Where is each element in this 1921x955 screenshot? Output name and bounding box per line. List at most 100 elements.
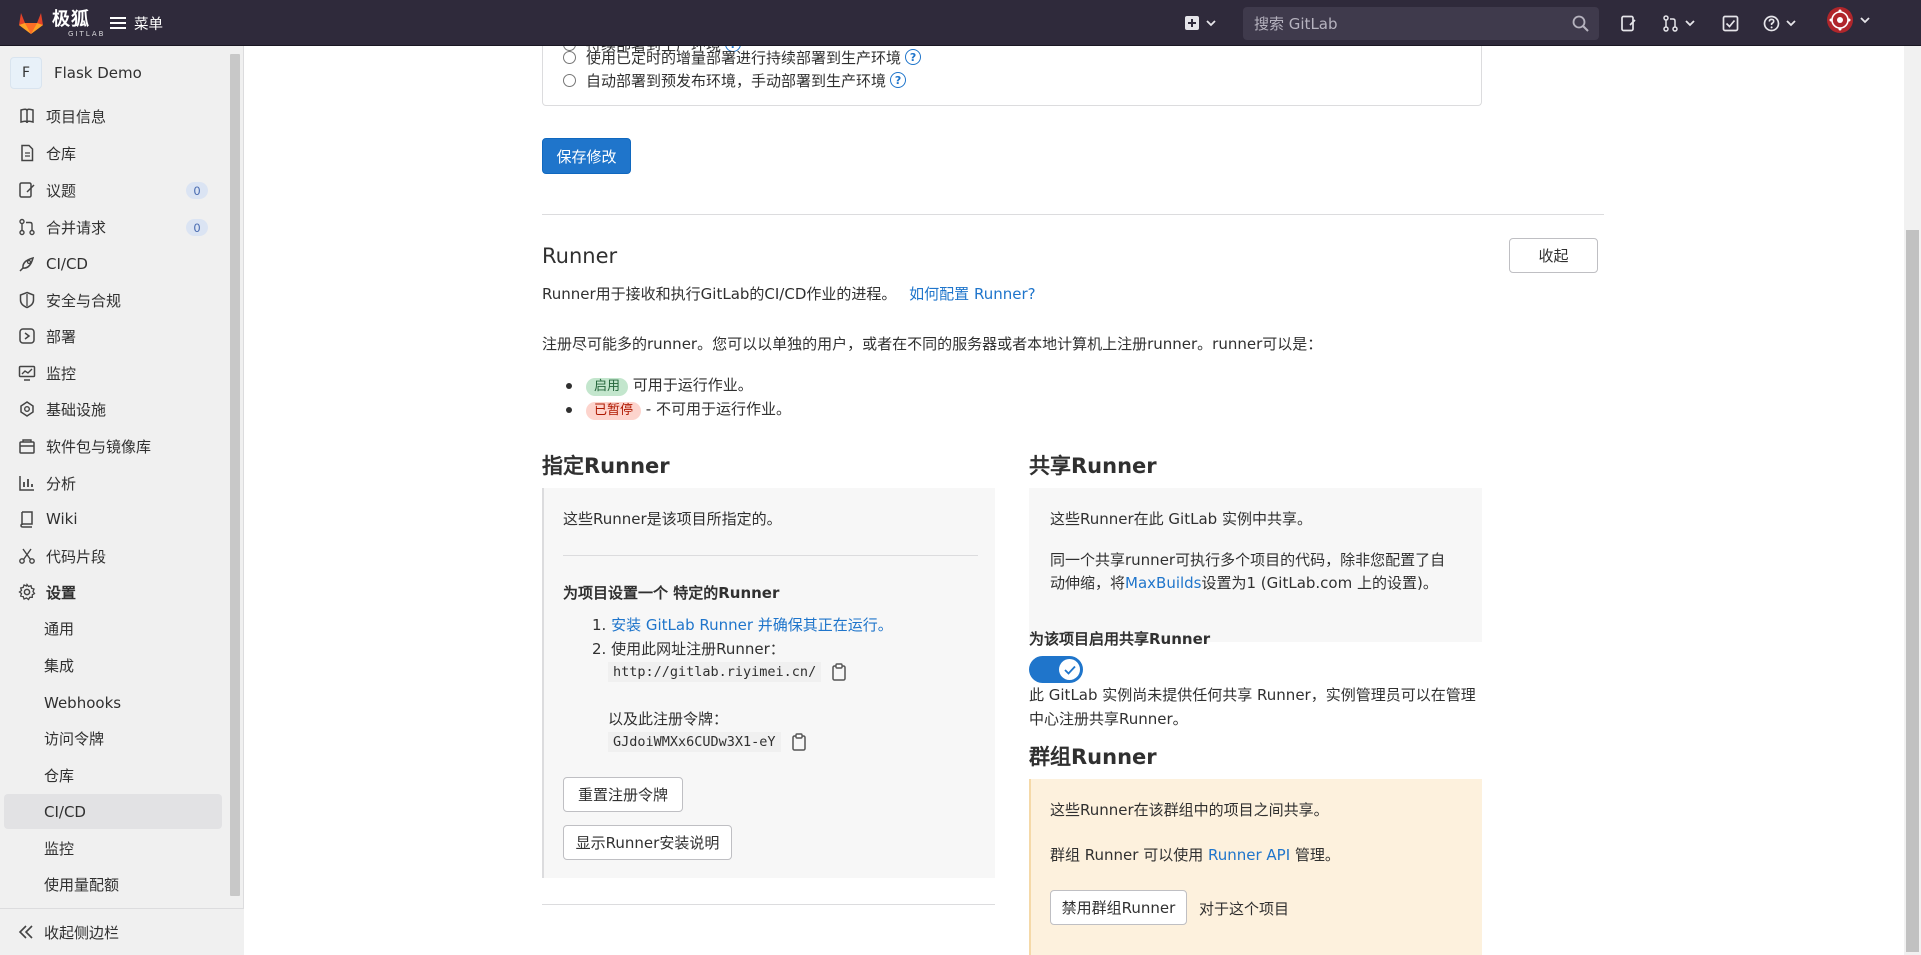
merge-requests-dropdown[interactable] bbox=[1662, 12, 1695, 34]
shared-runner-notice-line1: 此 GitLab 实例尚未提供任何共享 Runner，实例管理员可以在管理 bbox=[1029, 686, 1476, 704]
sidebar-item-label: CI/CD bbox=[46, 255, 88, 273]
sidebar-subitem-usage-quotas[interactable]: 使用量配额 bbox=[4, 867, 222, 902]
copy-clipboard-icon[interactable] bbox=[831, 663, 847, 681]
step-number: 1. bbox=[592, 616, 607, 634]
cloud-gear-icon bbox=[20, 401, 34, 417]
step-2-text: 使用此网址注册Runner： bbox=[611, 640, 785, 658]
sidebar-item-settings[interactable]: 设置 bbox=[4, 575, 222, 609]
sidebar-item-packages[interactable]: 软件包与镜像库 bbox=[4, 429, 222, 463]
specific-runner-setup-title: 为项目设置一个 特定的Runner bbox=[563, 584, 780, 602]
sidebar-item-label: 监控 bbox=[46, 364, 77, 383]
bullet bbox=[566, 383, 572, 389]
copy-clipboard-icon[interactable] bbox=[791, 733, 807, 751]
sidebar-subitem-integrations[interactable]: 集成 bbox=[4, 648, 222, 683]
enable-shared-runner-label: 为该项目启用共享Runner bbox=[1029, 630, 1211, 648]
register-token-row: GJdoiWMXx6CUDw3X1-eY bbox=[608, 732, 807, 752]
register-url-row: http://gitlab.riyimei.cn/ bbox=[608, 662, 847, 682]
help-dropdown[interactable] bbox=[1763, 12, 1796, 34]
register-runner-text: 注册尽可能多的runner。您可以以单独的用户，或者在不同的服务器或者本地计算机… bbox=[542, 335, 1323, 353]
radio-button[interactable] bbox=[563, 50, 576, 64]
sidebar-item-deployments[interactable]: 部署 bbox=[4, 319, 222, 353]
group-runner-panel: 这些Runner在该群组中的项目之间共享。 群组 Runner 可以使用 Run… bbox=[1029, 779, 1482, 955]
shared-runner-toggle[interactable] bbox=[1029, 656, 1083, 683]
deploy-option-timed[interactable]: 使用已定时的增量部署进行持续部署到生产环境 ? bbox=[563, 47, 922, 67]
main-content: 持续部署到生产环境 ? 使用已定时的增量部署进行持续部署到生产环境 ? 自动部署… bbox=[244, 46, 1904, 955]
question-circle-icon bbox=[1763, 15, 1780, 31]
sidebar-subitem-access-tokens[interactable]: 访问令牌 bbox=[4, 721, 222, 756]
help-icon[interactable]: ? bbox=[890, 72, 907, 88]
issues-icon bbox=[19, 182, 35, 198]
step-number: 2. bbox=[592, 640, 607, 658]
new-dropdown[interactable] bbox=[1184, 12, 1216, 34]
sidebar-scrollbar[interactable] bbox=[230, 54, 240, 896]
sidebar-item-security[interactable]: 安全与合规 bbox=[4, 283, 222, 317]
sidebar-item-cicd[interactable]: CI/CD bbox=[4, 247, 222, 281]
sidebar-item-issues[interactable]: 议题 0 bbox=[4, 173, 222, 207]
hamburger-icon bbox=[110, 17, 126, 29]
specific-runner-intro: 这些Runner是该项目所指定的。 bbox=[563, 510, 782, 528]
status-paused-text: - 不可用于运行作业。 bbox=[645, 400, 791, 418]
collapse-sidebar-button[interactable]: 收起侧边栏 bbox=[0, 908, 244, 955]
collapse-runner-button[interactable]: 收起 bbox=[1509, 238, 1598, 273]
runner-description-text: Runner用于接收和执行GitLab的CI/CD作业的进程。 bbox=[542, 285, 897, 303]
sidebar-item-label: 设置 bbox=[46, 583, 77, 602]
sidebar-item-analytics[interactable]: 分析 bbox=[4, 466, 222, 500]
sidebar-project[interactable]: F Flask Demo bbox=[10, 56, 142, 90]
sidebar-item-snippets[interactable]: 代码片段 bbox=[4, 539, 222, 573]
bullet bbox=[566, 407, 572, 413]
token-label: 以及此注册令牌： bbox=[608, 710, 729, 728]
sidebar-item-project-info[interactable]: 项目信息 bbox=[4, 99, 222, 133]
collapse-sidebar-label: 收起侧边栏 bbox=[44, 923, 120, 942]
gitlab-logo-icon[interactable] bbox=[18, 11, 44, 35]
sidebar-item-monitor[interactable]: 监控 bbox=[4, 356, 222, 390]
status-active-badge: 启用 bbox=[586, 378, 629, 396]
user-menu-dropdown[interactable] bbox=[1826, 7, 1870, 33]
specific-runner-title: 指定Runner bbox=[542, 454, 670, 478]
chevron-down-icon bbox=[1206, 20, 1216, 27]
group-runner-api-row: 群组 Runner 可以使用 Runner API 管理。 bbox=[1050, 844, 1340, 865]
shield-icon bbox=[19, 291, 35, 309]
deploy-option-staging[interactable]: 自动部署到预发布环境，手动部署到生产环境 ? bbox=[563, 70, 907, 90]
brand-name[interactable]: 极狐 GITLAB bbox=[52, 10, 105, 39]
divider bbox=[563, 555, 978, 556]
help-icon[interactable]: ? bbox=[905, 49, 922, 65]
sidebar-item-label: 分析 bbox=[46, 474, 77, 493]
runner-api-link[interactable]: Runner API bbox=[1208, 846, 1290, 864]
sidebar-subitem-webhooks[interactable]: Webhooks bbox=[4, 685, 222, 720]
issues-shortcut[interactable] bbox=[1620, 12, 1637, 34]
shared-desc-text-b: 设置为1 (GitLab.com 上的设置)。 bbox=[1201, 574, 1438, 592]
sidebar-item-repository[interactable]: 仓库 bbox=[4, 136, 222, 170]
runner-section-title: Runner bbox=[542, 244, 618, 268]
setup-step-2: 2. 使用此网址注册Runner： bbox=[592, 638, 785, 659]
reset-token-button[interactable]: 重置注册令牌 bbox=[563, 777, 683, 812]
sidebar-item-wiki[interactable]: Wiki bbox=[4, 502, 222, 536]
sidebar-subitem-monitor[interactable]: 监控 bbox=[4, 831, 222, 866]
toggle-knob bbox=[1059, 659, 1080, 680]
sidebar-item-label: 合并请求 bbox=[46, 218, 107, 237]
sidebar-item-infrastructure[interactable]: 基础设施 bbox=[4, 392, 222, 426]
search-input[interactable]: 搜索 GitLab bbox=[1243, 7, 1599, 40]
sidebar-item-merge-requests[interactable]: 合并请求 0 bbox=[4, 210, 222, 244]
save-changes-button[interactable]: 保存修改 bbox=[542, 138, 631, 174]
install-runner-link[interactable]: 安装 GitLab Runner 并确保其正在运行。 bbox=[611, 616, 893, 634]
todos-shortcut[interactable] bbox=[1722, 12, 1739, 34]
merge-request-icon bbox=[19, 218, 35, 236]
menu-button[interactable]: 菜单 bbox=[110, 11, 163, 35]
sidebar-item-label: 代码片段 bbox=[46, 547, 107, 566]
sidebar-subitem-general[interactable]: 通用 bbox=[4, 611, 222, 646]
maxbuilds-link[interactable]: MaxBuilds bbox=[1125, 574, 1201, 592]
shared-runner-panel: 这些Runner在此 GitLab 实例中共享。 同一个共享runner可执行多… bbox=[1029, 488, 1482, 642]
radio-button[interactable] bbox=[563, 73, 576, 87]
group-runner-intro: 这些Runner在该群组中的项目之间共享。 bbox=[1050, 801, 1329, 819]
specific-runner-panel: 这些Runner是该项目所指定的。 为项目设置一个 特定的Runner 1. 安… bbox=[542, 488, 995, 878]
show-install-instructions-button[interactable]: 显示Runner安装说明 bbox=[563, 825, 732, 860]
runner-help-link[interactable]: 如何配置 Runner? bbox=[909, 285, 1035, 303]
sidebar-subitem-repository[interactable]: 仓库 bbox=[4, 758, 222, 793]
sidebar-item-label: 安全与合规 bbox=[46, 291, 122, 310]
deploy-strategy-box: 持续部署到生产环境 ? 使用已定时的增量部署进行持续部署到生产环境 ? 自动部署… bbox=[542, 46, 1482, 106]
disable-group-runner-button[interactable]: 禁用群组Runner bbox=[1050, 890, 1187, 925]
sidebar-subitem-cicd[interactable]: CI/CD bbox=[4, 794, 222, 829]
register-token: GJdoiWMXx6CUDw3X1-eY bbox=[608, 732, 781, 752]
page-scrollbar-thumb[interactable] bbox=[1906, 230, 1919, 952]
status-active-text: 可用于运行作业。 bbox=[632, 376, 753, 394]
